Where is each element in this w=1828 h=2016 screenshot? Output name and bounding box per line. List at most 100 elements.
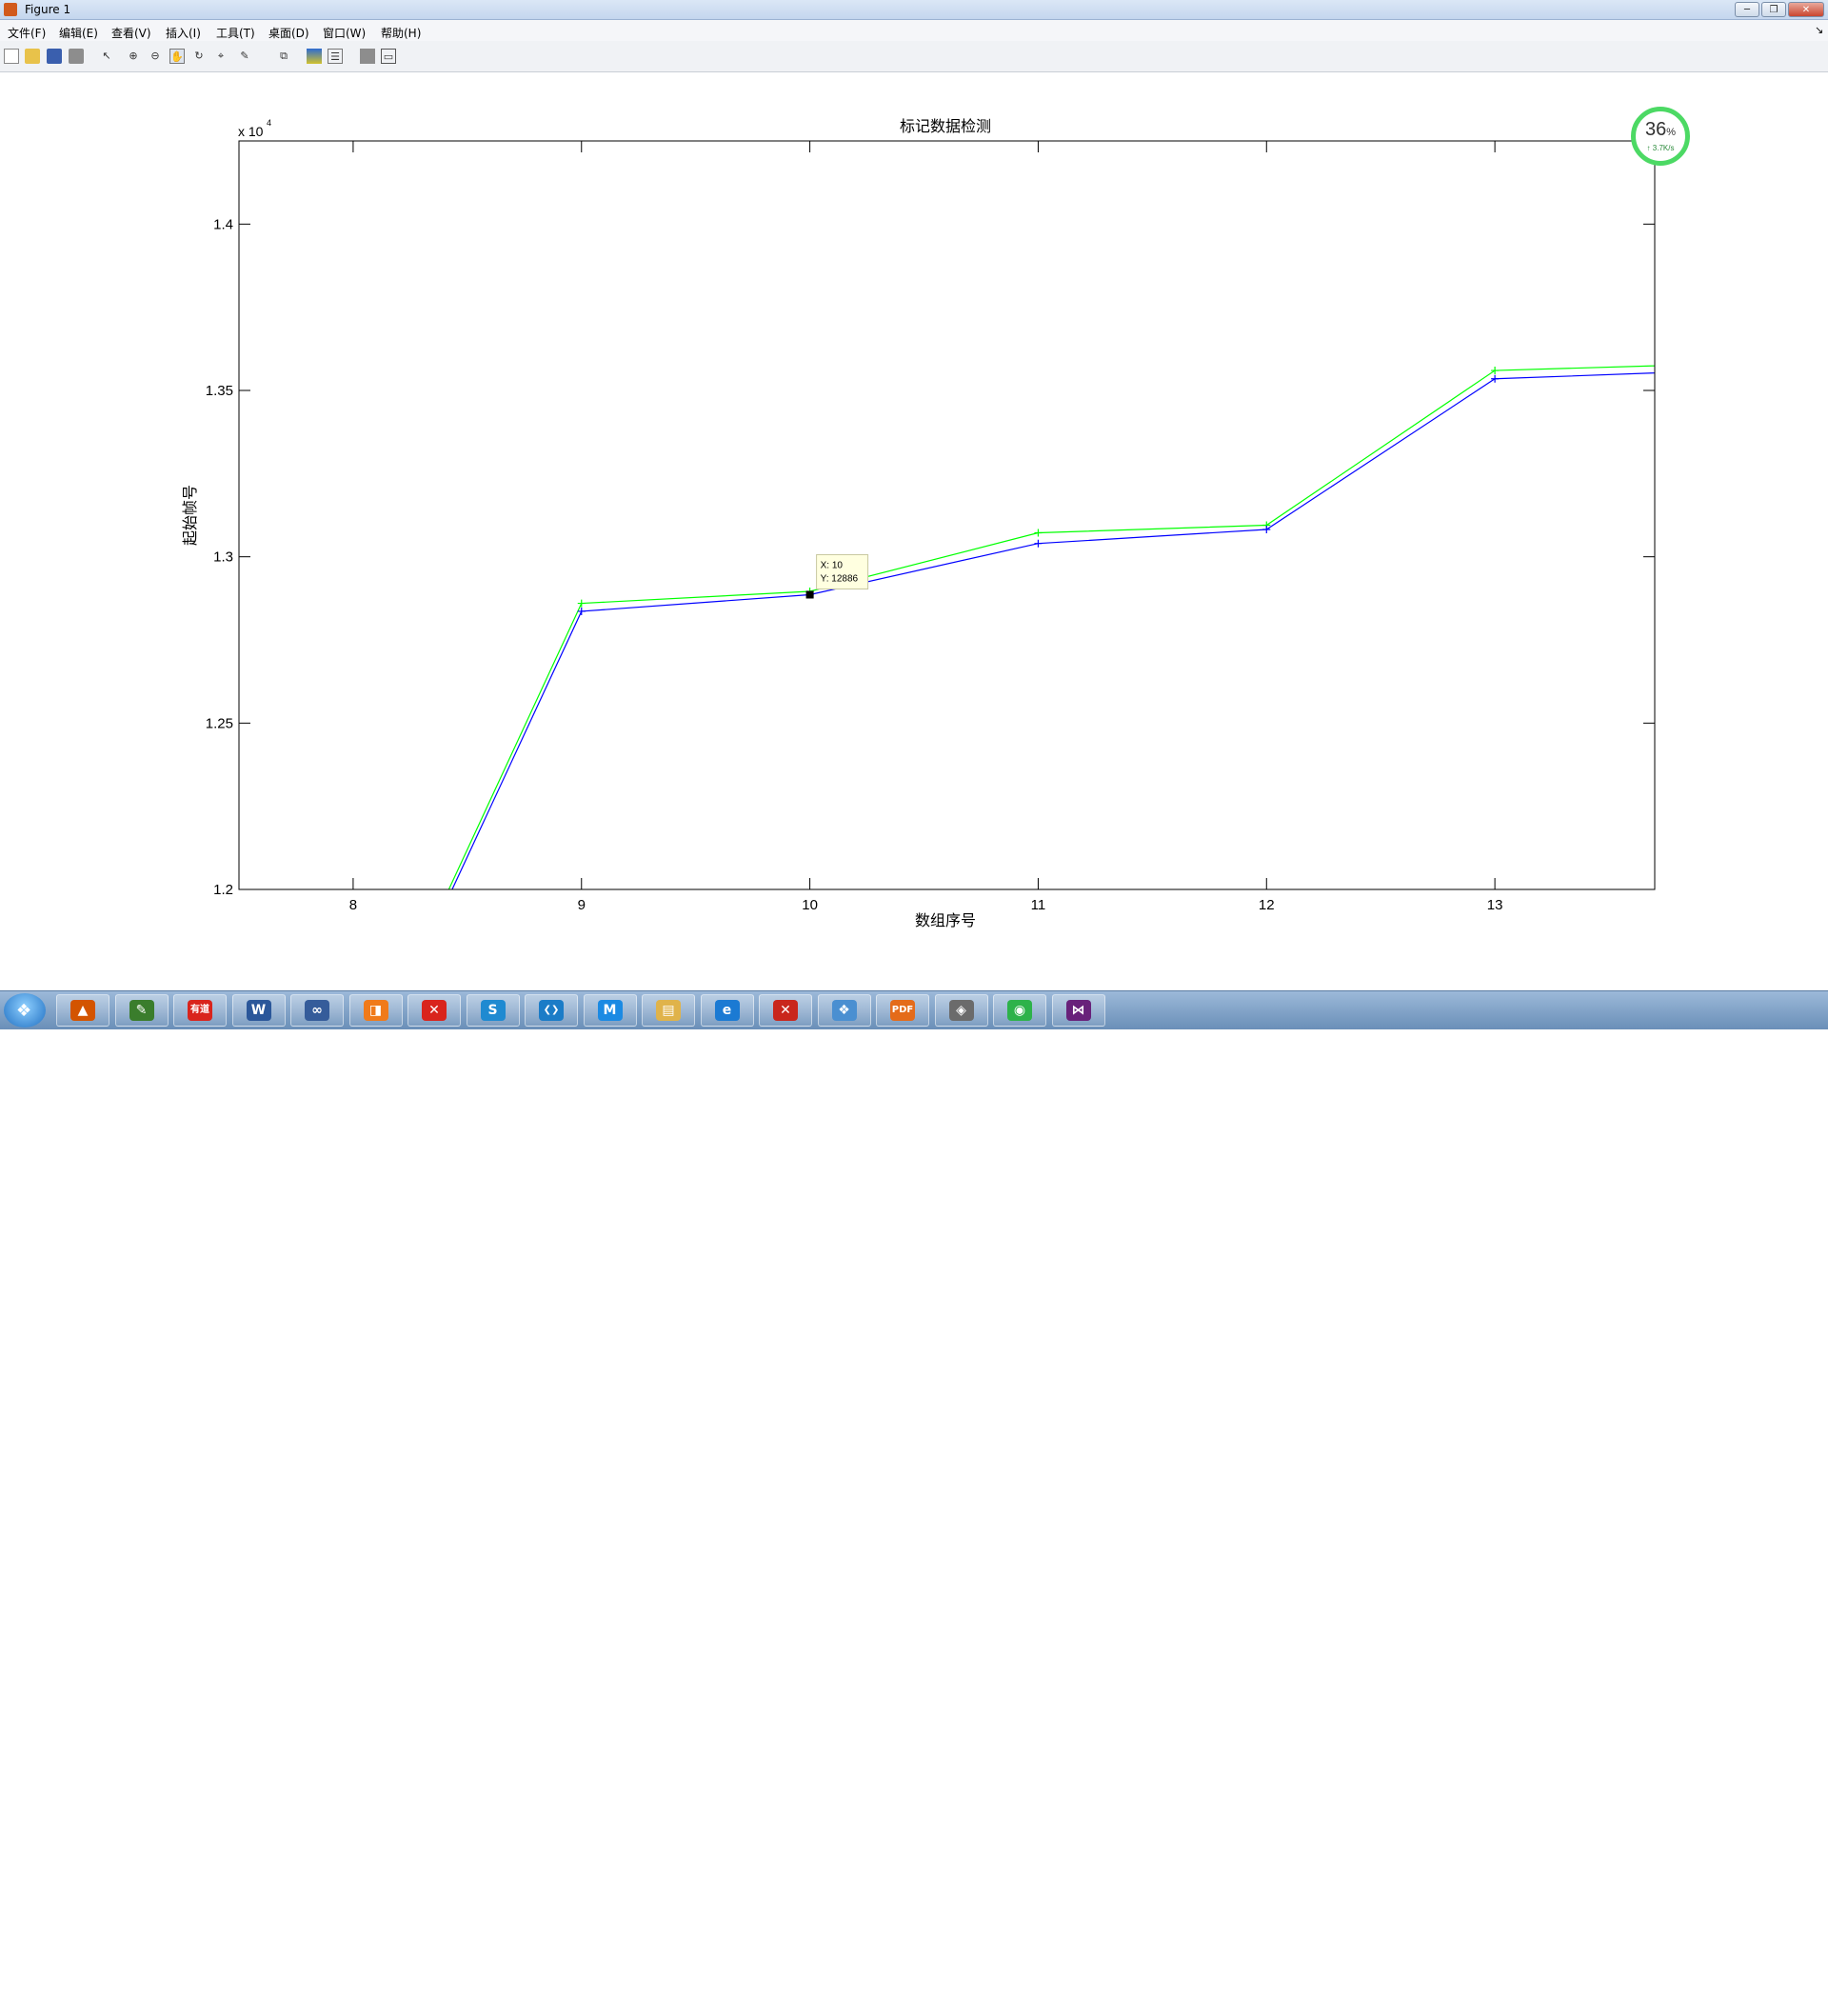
pdf-app-icon: PDF (890, 1000, 915, 1021)
taskbar-app-chart-app[interactable]: ✎ (114, 994, 169, 1027)
link-plot-icon[interactable]: ⧉ (276, 49, 291, 64)
system-tray: EN https://blog.csdn.net/weixin_39437164… (1533, 1987, 1828, 2016)
datatip-y-label: Y: 12886 (821, 573, 859, 584)
colorbar-icon[interactable] (307, 49, 322, 64)
taskbar-app-vscode[interactable]: ❮❯ (525, 994, 578, 1027)
print-icon[interactable] (69, 49, 84, 64)
rotate-3d-icon[interactable]: ↻ (191, 49, 207, 64)
x-axis-label: 数组序号 (915, 912, 976, 929)
plot-area[interactable]: 8 9 10 11 12 131.21.251.31.351.4 标记数据检测 数组序号 … (0, 72, 1828, 990)
net-percent-value: 36 (1644, 119, 1667, 140)
menu-desktop[interactable]: 桌面(D) (268, 25, 309, 41)
menu-help[interactable]: 帮助(H) (381, 25, 421, 41)
menu-file[interactable]: 文件(F) (8, 25, 46, 41)
brush-icon[interactable]: ✎ (237, 49, 252, 64)
y-exponent-power: 4 (267, 118, 271, 128)
network-monitor-widget[interactable]: 36% ↑ 3.7K/s (1631, 107, 1690, 166)
chart-title: 标记数据检测 (900, 118, 991, 135)
data-cursor-icon[interactable]: ⌖ (213, 49, 228, 64)
pan-icon[interactable]: ✋ (169, 49, 185, 64)
windows-logo-icon: ❖ (16, 1001, 32, 1021)
picture-app-icon: ❖ (831, 1000, 857, 1021)
taskbar-app-orange-app[interactable]: ◨ (348, 994, 403, 1027)
visual-studio-icon: ⋈ (1065, 1000, 1091, 1021)
y-tick-label: 1.2 (213, 882, 233, 898)
new-figure-icon[interactable] (4, 49, 19, 64)
axes-box (238, 140, 1656, 890)
show-plot-tools-icon[interactable]: ▭ (381, 49, 396, 64)
x-tick-label: 13 (1487, 897, 1503, 913)
menu-view[interactable]: 查看(V) (111, 25, 151, 41)
series-marker-1 (1719, 367, 1727, 374)
taskbar-app-package-app[interactable]: ◈ (934, 994, 988, 1027)
taskbar-app-visual-studio[interactable]: ⋈ (1051, 994, 1105, 1027)
m-app-icon: M (597, 1000, 623, 1021)
chart-app-icon: ✎ (129, 1000, 154, 1021)
vscode-icon: ❮❯ (539, 1000, 564, 1021)
taskbar-app-infinity-app[interactable]: ∞ (290, 994, 344, 1027)
clock-time[interactable]: 9:26 (1767, 1987, 1791, 2000)
taskbar-app-sogou[interactable]: S (466, 994, 520, 1027)
start-button[interactable]: ❖ (4, 993, 46, 1028)
net-speed: ↑ 3.7K/s (1646, 144, 1675, 152)
open-file-icon[interactable] (25, 49, 40, 64)
taskbar-app-word[interactable]: W (231, 994, 286, 1027)
menu-tools[interactable]: 工具(T) (216, 25, 255, 41)
orange-app-icon: ◨ (363, 1000, 388, 1021)
taskbar-app-internet-explorer[interactable]: e (700, 994, 754, 1027)
series-marker-0 (1719, 360, 1727, 368)
menu-insert[interactable]: 插入(I) (166, 25, 201, 41)
series-marker-0 (577, 599, 586, 608)
series-marker-1 (1262, 526, 1271, 534)
taskbar-app-xmind[interactable]: ✕ (407, 994, 461, 1027)
package-app-icon: ◈ (948, 1000, 974, 1021)
restore-button[interactable]: ❐ (1761, 2, 1786, 17)
clock-date[interactable]: 2020/11/17 (1744, 2003, 1804, 2015)
datatip-marker[interactable] (805, 590, 814, 599)
zoom-out-icon[interactable]: ⊖ (148, 49, 163, 64)
x-tick-label: 8 (349, 897, 357, 913)
explorer-icon: ▤ (656, 1000, 681, 1021)
menu-window[interactable]: 窗口(W) (323, 25, 366, 41)
y-tick-label: 1.3 (213, 549, 233, 566)
edit-plot-icon[interactable]: ↖ (99, 49, 114, 64)
window-title-bar: Figure 1 ─ ❐ ✕ (0, 0, 1828, 20)
youdao-icon: 有道 (188, 1000, 212, 1021)
taskbar-app-youdao[interactable]: 有道 (173, 994, 227, 1027)
y-axis-label: 起始帧号 (182, 485, 199, 546)
taskbar-app-matlab[interactable]: ▲ (56, 994, 109, 1027)
taskbar-app-picture-app[interactable]: ❖ (817, 994, 871, 1027)
sogou-icon: S (480, 1000, 506, 1021)
taskbar-app-pdf-app[interactable]: PDF (876, 994, 929, 1027)
x-tick-label: 9 (578, 897, 586, 913)
close-button[interactable]: ✕ (1788, 2, 1824, 17)
y-tick-label: 1.35 (206, 383, 233, 399)
infinity-app-icon: ∞ (305, 1000, 329, 1021)
taskbar-app-m-app[interactable]: M (583, 994, 637, 1027)
taskbar-app-explorer[interactable]: ▤ (642, 994, 695, 1027)
menu-edit[interactable]: 编辑(E) (59, 25, 98, 41)
y-tick-label: 1.25 (206, 715, 233, 731)
taskbar-app-xmind-2[interactable]: ✕ (759, 994, 812, 1027)
wechat-icon: ◉ (1007, 1000, 1032, 1021)
x-tick-label: 11 (1031, 897, 1046, 913)
minimize-button[interactable]: ─ (1735, 2, 1759, 17)
datatip-x-label: X: 10 (821, 560, 844, 570)
internet-explorer-icon: e (714, 1000, 740, 1021)
series-marker-0 (1034, 529, 1043, 537)
matlab-icon: ▲ (70, 1000, 95, 1021)
legend-icon[interactable]: ☰ (328, 49, 343, 64)
word-icon: W (246, 1000, 271, 1021)
taskbar: ❖ ▲ ✎ 有道 W ∞ ◨ ✕ S ❮❯ M ▤ e ✕ ❖ PDF ◈ ◉ ⋈ EN https://blog… (0, 990, 1828, 2015)
save-icon[interactable] (47, 49, 62, 64)
matlab-figure-icon (4, 3, 17, 16)
y-tick-label: 1.4 (213, 216, 233, 232)
language-indicator[interactable]: EN (1533, 1995, 1546, 2006)
series-marker-1 (1034, 539, 1043, 548)
hide-plot-tools-icon[interactable] (360, 49, 375, 64)
taskbar-app-wechat[interactable]: ◉ (993, 994, 1046, 1027)
zoom-in-icon[interactable]: ⊕ (126, 49, 141, 64)
y-exponent-label: x 10 (238, 124, 264, 139)
figure-canvas[interactable]: 8 9 10 11 12 13 1.2 1.25 1.3 1.35 1.4 标记数据检测 数组序号 … (0, 72, 1828, 990)
menu-dock-arrow-icon[interactable]: ↘ (1815, 24, 1823, 36)
